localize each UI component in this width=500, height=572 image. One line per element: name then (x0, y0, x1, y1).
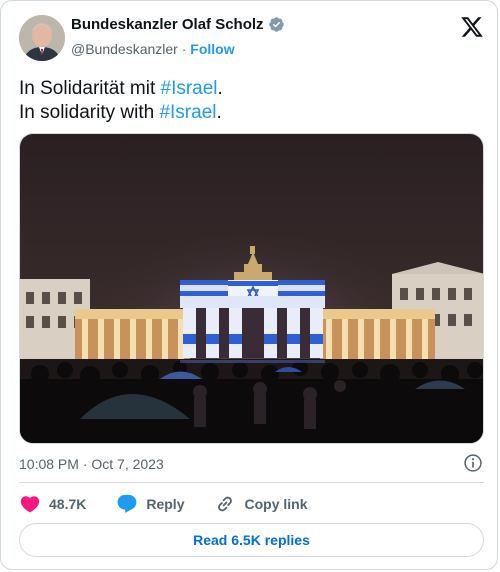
copy-link-button[interactable]: Copy link (214, 493, 308, 515)
tweet-timestamp[interactable]: 10:08 PM · Oct 7, 2023 (19, 456, 164, 472)
copy-link-label: Copy link (244, 496, 308, 512)
author-name-row[interactable]: Bundeskanzler Olaf Scholz (71, 16, 285, 33)
reply-bubble-icon (117, 494, 137, 513)
tweet-line-english: In solidarity with #Israel. (19, 102, 222, 123)
verified-badge-icon (268, 17, 284, 32)
reply-button[interactable]: Reply (116, 493, 184, 515)
read-replies-button[interactable]: Read 6.5K replies (19, 523, 484, 557)
x-logo-icon[interactable] (459, 15, 485, 39)
tweet-photo[interactable] (19, 133, 484, 444)
author-name[interactable]: Bundeskanzler Olaf Scholz (71, 16, 264, 33)
avatar-image (19, 15, 65, 61)
reply-label: Reply (146, 496, 185, 512)
tweet-text: In Solidarität mit #Israel. In solidarit… (19, 77, 223, 125)
tweet-line-german: In Solidarität mit #Israel. (19, 78, 223, 99)
brandenburg-gate-photo (20, 134, 483, 443)
hashtag-link[interactable]: #Israel (161, 78, 218, 99)
author-handle[interactable]: @Bundeskanzler (71, 41, 178, 57)
separator-dot: · (181, 41, 187, 57)
divider (19, 482, 484, 483)
link-icon (218, 496, 233, 512)
action-bar: 48.7K Reply Copy link (19, 493, 338, 515)
follow-button[interactable]: Follow (190, 41, 234, 57)
handle-row: @Bundeskanzler · Follow (71, 41, 235, 57)
avatar[interactable] (19, 15, 65, 61)
like-count: 48.7K (49, 496, 87, 512)
hashtag-link[interactable]: #Israel (159, 102, 216, 123)
info-icon[interactable] (463, 453, 483, 473)
like-button[interactable]: 48.7K (19, 493, 86, 515)
heart-icon (20, 496, 40, 513)
tweet-card: Bundeskanzler Olaf Scholz @Bundeskanzler… (0, 0, 498, 570)
